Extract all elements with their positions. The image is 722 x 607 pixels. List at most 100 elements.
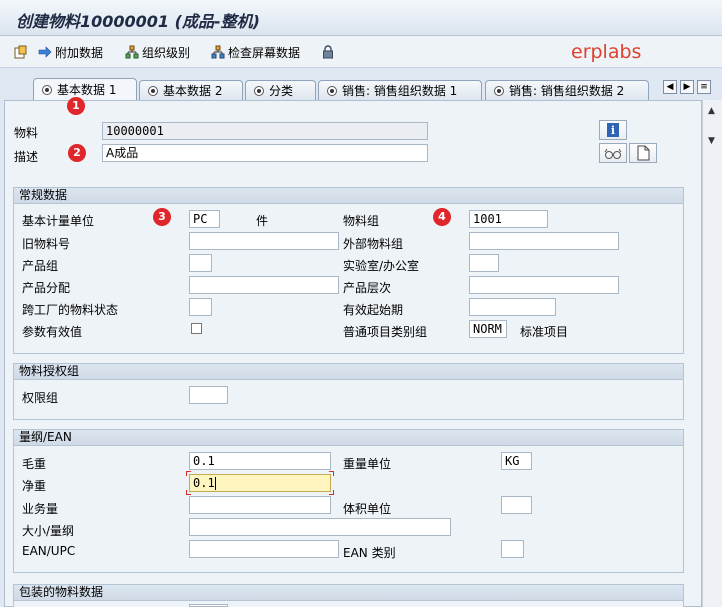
document-icon [637,145,650,161]
gen-item-cat-text: 标准项目 [520,325,569,339]
tab-status-icon [254,85,264,96]
volume-field[interactable] [189,496,331,514]
tab-scroll-left-button[interactable]: ◀ [663,80,677,94]
gross-weight-field[interactable]: 0.1 [189,452,331,470]
material-group-field[interactable]: 1001 [469,210,548,228]
lock-icon [321,45,335,59]
net-weight-value: 0.1 [193,476,215,490]
old-material-field[interactable] [189,232,339,250]
ean-upc-label: EAN/UPC [22,544,76,558]
focus-corner [186,490,191,495]
info-icon: i [607,123,619,137]
tab-sales-org-1[interactable]: 销售: 销售组织数据 1 [318,80,482,100]
tab-status-icon [327,85,337,96]
tab-sales-org-2[interactable]: 销售: 销售组织数据 2 [485,80,649,100]
check-screen-data-label: 检查屏幕数据 [228,45,301,60]
lock-button[interactable] [321,44,335,60]
size-dims-field[interactable] [189,518,451,536]
auth-group: 物料授权组 [13,363,684,420]
assign-effect-checkbox[interactable] [191,323,202,334]
tab-label: 基本数据 2 [163,84,223,98]
material-group-label: 物料组 [343,214,380,228]
window-title: 创建物料10000001 (成品-整机) [16,12,260,31]
annotation-badge-2: 2 [68,144,86,162]
valid-from-label: 有效起始期 [343,303,404,317]
org-levels-label: 组织级别 [142,45,191,60]
long-text-button[interactable] [599,143,627,163]
tab-status-icon [494,85,504,96]
auth-group-label: 权限组 [22,391,59,405]
gen-item-cat-label: 普通项目类别组 [343,325,428,339]
ext-material-group-field[interactable] [469,232,619,250]
tab-label: 分类 [269,84,294,98]
brand-watermark: erplabs [571,41,642,63]
check-screen-data-button[interactable]: 检查屏幕数据 [211,44,300,60]
ext-material-group-label: 外部物料组 [343,237,404,251]
org-structure-icon [125,45,139,59]
title-bar: 创建物料10000001 (成品-整机) [0,0,722,36]
volume-unit-field[interactable] [501,496,532,514]
auth-group-field[interactable] [189,386,228,404]
ean-category-label: EAN 类别 [343,546,396,560]
general-data-header: 常规数据 [14,188,683,204]
gen-item-cat-field[interactable]: NORM [469,320,507,338]
weight-unit-field[interactable]: KG [501,452,532,470]
product-hierarchy-field[interactable] [469,276,619,294]
assign-effect-label: 参数有效值 [22,325,83,339]
base-uom-field[interactable]: PC [189,210,220,228]
new-entries-icon [14,45,28,59]
tab-basic-data-1[interactable]: 基本数据 1 [33,78,137,100]
chevron-right-icon: ▶ [683,82,691,92]
valid-from-field[interactable] [469,298,556,316]
product-hierarchy-label: 产品层次 [343,281,392,295]
dimensions-ean-header: 量纲/EAN [14,430,683,446]
volume-unit-label: 体积单位 [343,502,392,516]
document-button[interactable] [629,143,657,163]
description-field[interactable]: A成品 [102,144,428,162]
tab-list-button[interactable]: ≡ [697,80,711,94]
annotation-badge-4: 4 [433,208,451,226]
old-material-label: 旧物料号 [22,237,71,251]
tab-status-icon [42,84,52,95]
ean-category-field[interactable] [501,540,524,558]
vertical-scrollbar[interactable]: ▲ ▼ [702,100,722,607]
text-caret [214,477,216,490]
tab-basic-data-2[interactable]: 基本数据 2 [139,80,243,100]
base-uom-label: 基本计量单位 [22,214,95,228]
size-dims-label: 大小/量纲 [22,524,75,538]
lab-office-field[interactable] [469,254,499,272]
cross-plant-status-label: 跨工厂的物料状态 [22,303,119,317]
new-entries-button[interactable] [14,44,28,60]
ean-upc-field[interactable] [189,540,339,558]
tab-strip: 基本数据 1 基本数据 2 分类 销售: 销售组织数据 1 销售: 销售组织数据… [0,68,722,100]
tab-label: 销售: 销售组织数据 2 [509,84,625,98]
svg-text:i: i [611,124,615,137]
application-toolbar: 附加数据 组织级别 检查屏幕数据 erplabs [0,36,722,68]
packaging-header: 包装的物料数据 [14,585,683,601]
tab-status-icon [148,85,158,96]
tab-list-icon: ≡ [700,82,708,92]
cross-plant-status-field[interactable] [189,298,212,316]
gross-weight-label: 毛重 [22,457,47,471]
arrow-right-icon [38,45,52,59]
tab-label: 基本数据 1 [57,83,117,97]
tab-scroll-right-button[interactable]: ▶ [680,80,694,94]
material-number-field: 10000001 [102,122,428,140]
glasses-icon [604,148,622,159]
scroll-up-icon: ▲ [708,106,715,116]
chevron-left-icon: ◀ [666,82,674,92]
tab-label: 销售: 销售组织数据 1 [342,84,458,98]
org-levels-button[interactable]: 组织级别 [125,44,190,60]
annotation-badge-1: 1 [67,97,85,115]
check-data-icon [211,45,225,59]
packaging-group: 包装的物料数据 [13,584,684,607]
tab-classification[interactable]: 分类 [245,80,316,100]
info-button[interactable]: i [599,120,627,140]
net-weight-field[interactable]: 0.1 [189,474,331,492]
additional-data-button[interactable]: 附加数据 [38,44,103,60]
product-allocation-field[interactable] [189,276,339,294]
material-label: 物料 [14,126,39,140]
auth-group-header: 物料授权组 [14,364,683,380]
description-label: 描述 [14,150,39,164]
division-field[interactable] [189,254,212,272]
